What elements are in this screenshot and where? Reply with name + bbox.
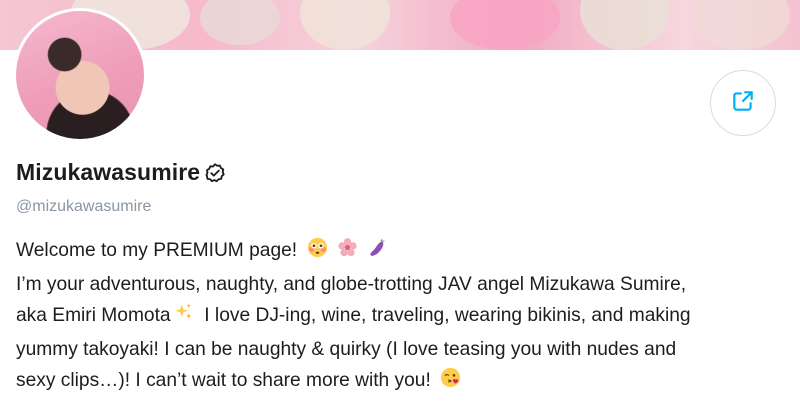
bio-line: aka Emiri Momota I love DJ-ing, wine, tr… [16, 300, 786, 334]
bio-text: I love DJ-ing, wine, traveling, wearing … [193, 305, 691, 326]
profile-page: Mizukawasumire @mizukawasumire Welcome t… [0, 0, 800, 415]
face-blowing-kiss-emoji [440, 367, 461, 399]
cherry-blossom-emoji [337, 237, 358, 269]
banner-decoration [200, 0, 280, 45]
bio-text: aka Emiri Momota [16, 305, 171, 326]
avatar[interactable] [13, 8, 147, 142]
bio-text: sexy clips…)! I can’t wait to share more… [16, 370, 431, 391]
banner-decoration [580, 0, 670, 50]
bio-text: Welcome to my PREMIUM page! [16, 240, 298, 261]
avatar-image [16, 11, 144, 139]
sparkles-emoji [173, 302, 194, 334]
bio-line: I’m your adventurous, naughty, and globe… [16, 273, 687, 295]
flushed-face-emoji [307, 237, 328, 269]
banner-decoration [300, 0, 390, 50]
profile-handle[interactable]: @mizukawasumire [16, 198, 151, 216]
profile-name-row: Mizukawasumire [16, 159, 226, 186]
banner-decoration [690, 0, 790, 50]
bio-line: Welcome to my PREMIUM page! [16, 235, 786, 269]
bio-line: yummy takoyaki! I can be naughty & quirk… [16, 338, 677, 360]
bio-line: sexy clips…)! I can’t wait to share more… [16, 365, 786, 399]
eggplant-emoji [367, 237, 388, 269]
share-icon [730, 88, 756, 119]
verified-badge-icon [204, 162, 226, 184]
profile-bio: Welcome to my PREMIUM page! I’m your adv… [16, 235, 786, 399]
share-button[interactable] [710, 70, 776, 136]
banner-decoration [450, 0, 560, 50]
profile-display-name: Mizukawasumire [16, 159, 201, 185]
